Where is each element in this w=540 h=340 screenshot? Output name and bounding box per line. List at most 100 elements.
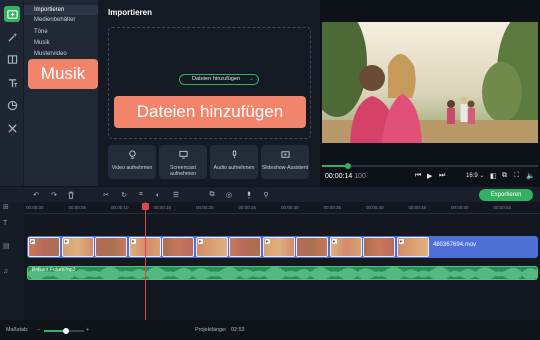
ruler-tick: 00:00:30 xyxy=(281,205,299,210)
time-ruler[interactable]: 00:00:00 00:00:05 00:00:10 00:00:15 00:00:20… xyxy=(24,202,540,214)
ruler-tick: 00:00:40 xyxy=(366,205,384,210)
video-preview-frame[interactable] xyxy=(322,22,538,143)
tool-rail xyxy=(0,0,24,186)
ruler-tick: 00:00:25 xyxy=(238,205,257,210)
aspect-ratio-select[interactable]: 16:9 ⌄ xyxy=(466,172,484,179)
overlay-icon[interactable]: ⧉ xyxy=(207,190,217,200)
record-video-label: Video aufnehmen xyxy=(111,165,153,171)
stickers-icon[interactable] xyxy=(4,97,20,113)
audio-track[interactable]: Brilliant Future.mp3 xyxy=(27,266,538,280)
category-list: Importieren Medienbehälter Töne Musik Mu… xyxy=(24,0,98,186)
audio-clip-name: Brilliant Future.mp3 xyxy=(32,267,76,273)
camera-icon xyxy=(128,150,136,159)
record-audio-tile[interactable]: Audio aufnehmen xyxy=(210,145,258,179)
track-gutter: ⊞ T ▤ ♫ xyxy=(0,202,24,320)
fullscreen-icon[interactable]: ⛶ xyxy=(514,172,519,180)
add-files-button[interactable]: Dateien hinzufügen ⌄ xyxy=(179,74,259,85)
video-clip-thumbnail[interactable] xyxy=(363,237,395,257)
video-clip-thumbnail[interactable]: P xyxy=(329,237,362,257)
clip-properties-icon[interactable]: ☰ xyxy=(171,190,181,200)
pan-zoom-badge: P xyxy=(197,239,203,244)
pan-zoom-badge: P xyxy=(130,239,136,244)
video-clip-thumbnail[interactable]: P xyxy=(262,237,295,257)
player-progress-bar[interactable] xyxy=(322,163,538,169)
zoom-slider-knob[interactable] xyxy=(63,328,69,334)
skip-back-icon[interactable]: ⏮ xyxy=(415,172,421,180)
zoom-slider[interactable] xyxy=(44,328,84,334)
record-tiles: Video aufnehmen Screencast aufnehmen Aud… xyxy=(108,145,311,179)
import-title: Importieren xyxy=(108,8,153,17)
playhead-handle[interactable] xyxy=(142,203,149,210)
video-clip-thumbnail[interactable] xyxy=(229,237,261,257)
category-music[interactable]: Musik xyxy=(24,38,98,48)
monitor-icon xyxy=(178,150,188,159)
volume-icon[interactable]: 🔈 xyxy=(526,172,535,180)
timeline: ⊞ T ▤ ♫ 00:00:00 00:00:05 00:00:10 00:00:15… xyxy=(0,202,540,320)
slideshow-wizard-tile[interactable]: Slideshow-Assistent xyxy=(261,145,309,179)
category-media-bin[interactable]: Medienbehälter xyxy=(24,15,98,25)
play-icon[interactable]: ▶ xyxy=(427,172,432,180)
project-length-label: Projektlänge: xyxy=(195,327,227,333)
slideshow-icon xyxy=(280,151,290,158)
tools-icon[interactable] xyxy=(4,120,20,136)
player-timecode: 00:00:14 100 xyxy=(325,173,366,180)
video-clip-thumbnail[interactable]: P xyxy=(195,237,228,257)
transitions-icon[interactable] xyxy=(4,51,20,67)
crop-icon[interactable]: ⌗ xyxy=(136,190,146,200)
snapshot-icon[interactable]: ◧ xyxy=(490,172,497,180)
timecode-ms: 100 xyxy=(354,173,366,180)
add-track-icon[interactable]: ⊞ xyxy=(3,203,9,211)
magic-wand-icon[interactable] xyxy=(4,29,20,45)
chevron-down-icon: ⌄ xyxy=(248,76,254,82)
screencast-tile[interactable]: Screencast aufnehmen xyxy=(159,145,207,179)
timecode-main: 00:00:14 xyxy=(325,173,353,180)
stabilize-icon[interactable]: ◎ xyxy=(224,190,234,200)
category-sample-videos[interactable]: Mustervideo xyxy=(24,49,98,59)
video-track[interactable]: P P P P P P P 480367694.mov xyxy=(27,236,538,258)
ruler-tick: 00:00:10 xyxy=(111,205,129,210)
pan-zoom-badge: P xyxy=(63,239,69,244)
redo-icon[interactable]: ↷ xyxy=(49,190,59,200)
category-import[interactable]: Importieren xyxy=(24,5,98,15)
zoom-in-icon[interactable]: + xyxy=(86,327,89,333)
color-adjust-icon[interactable]: ◐ xyxy=(153,190,163,200)
delete-icon[interactable] xyxy=(66,190,76,200)
ruler-tick: 00:00:55 xyxy=(493,205,512,210)
aspect-ratio-value: 16:9 xyxy=(466,173,478,179)
callout-add-files: Dateien hinzufügen xyxy=(114,96,306,128)
preview-panel: 00:00:14 100 ⏮ ▶ ⏭ 16:9 ⌄ ◧ ⧉ ⛶ 🔈 xyxy=(320,0,540,186)
record-video-tile[interactable]: Video aufnehmen xyxy=(108,145,156,179)
ruler-tick: 00:00:15 xyxy=(153,205,172,210)
undo-icon[interactable]: ↶ xyxy=(31,190,41,200)
timeline-toolbar: ↶ ↷ ✂ ↻ ⌗ ◐ ☰ ⧉ ◎ ⚲ Exportieren xyxy=(0,186,540,202)
split-icon[interactable]: ✂ xyxy=(101,190,111,200)
video-clip-thumbnail[interactable] xyxy=(95,237,127,257)
pan-zoom-badge: P xyxy=(264,239,270,244)
rotate-icon[interactable]: ↻ xyxy=(119,190,129,200)
text-icon[interactable] xyxy=(4,75,20,91)
text-track-icon: T xyxy=(3,220,8,227)
detach-player-icon[interactable]: ⧉ xyxy=(502,172,507,180)
project-length-value: 02:53 xyxy=(231,327,245,333)
screencast-label: Screencast aufnehmen xyxy=(170,165,196,177)
ruler-tick: 00:00:05 xyxy=(68,205,87,210)
playhead[interactable] xyxy=(142,202,149,320)
player-progress-knob[interactable] xyxy=(344,163,351,169)
zoom-out-icon[interactable]: − xyxy=(37,327,40,333)
skip-forward-icon[interactable]: ⏭ xyxy=(439,172,445,180)
video-clip-thumbnail[interactable]: P xyxy=(396,237,429,257)
category-sounds[interactable]: Töne xyxy=(24,27,98,37)
video-clip-thumbnail[interactable]: P xyxy=(28,237,60,257)
audio-track-icon: ♫ xyxy=(3,268,9,275)
video-clip-thumbnail[interactable]: P xyxy=(61,237,94,257)
export-button[interactable]: Exportieren xyxy=(479,189,533,201)
video-clip-thumbnail[interactable] xyxy=(296,237,328,257)
video-clip-thumbnail[interactable] xyxy=(162,237,194,257)
ruler-tick: 00:00:50 xyxy=(451,205,469,210)
ruler-tick: 00:00:35 xyxy=(323,205,342,210)
record-audio-label: Audio aufnehmen xyxy=(213,165,255,171)
import-icon[interactable] xyxy=(4,6,20,22)
microphone-record-icon[interactable] xyxy=(244,190,254,200)
status-bar: Maßstab: − + Projektlänge: 02:53 xyxy=(0,320,540,340)
marker-icon[interactable]: ⚲ xyxy=(261,190,271,200)
